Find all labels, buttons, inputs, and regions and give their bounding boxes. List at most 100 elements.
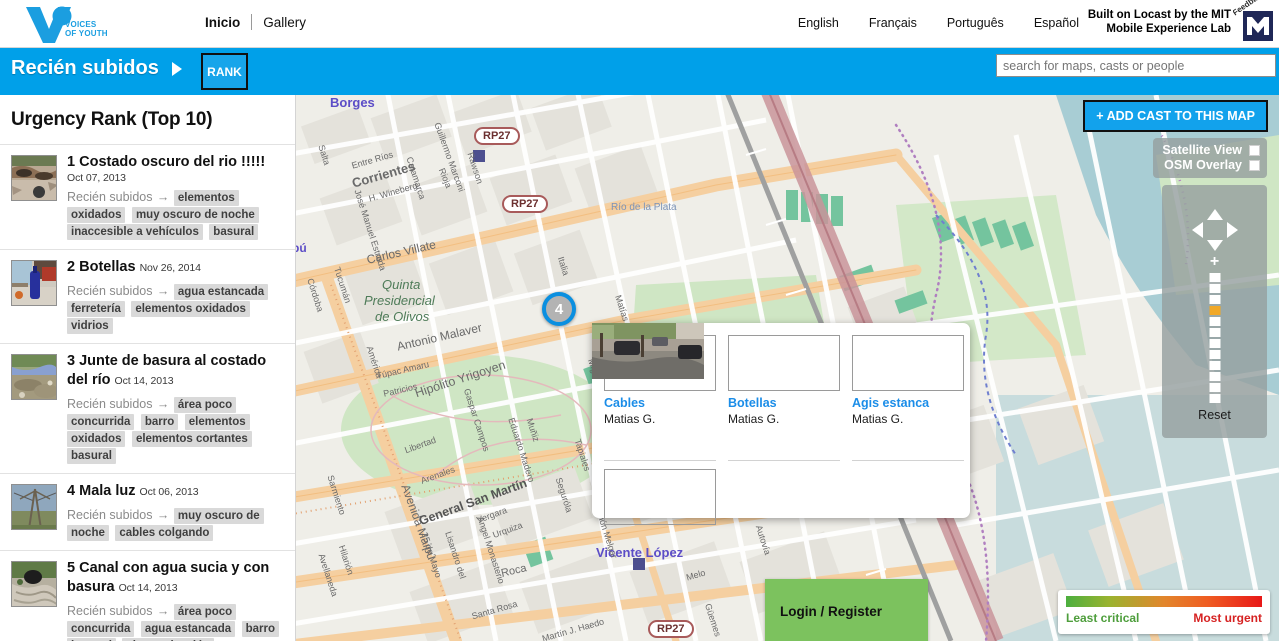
pan-right-icon[interactable] [1226, 222, 1238, 238]
map-canvas[interactable]: Borges pú Vicente López Quinta Presidenc… [296, 95, 1279, 641]
tag-chip[interactable]: elementos cortantes [131, 431, 252, 447]
cast-card[interactable]: Botellas Matias G. [592, 323, 840, 461]
tag-chip[interactable]: vidrios [67, 318, 113, 334]
tag-chip[interactable]: agua estancada [140, 621, 236, 637]
rank-list-item[interactable]: 5 Canal con agua sucia y con basura Oct … [0, 550, 295, 641]
rank-item-source: Recién subidos [67, 397, 153, 411]
zoom-step[interactable] [1209, 339, 1220, 348]
arrow-icon: → [156, 508, 170, 522]
lang-espanol[interactable]: Español [1034, 16, 1079, 30]
tag-chip[interactable]: agua estancada [173, 284, 269, 300]
pan-up-icon[interactable] [1206, 209, 1223, 220]
zoom-in-icon[interactable]: + [1210, 254, 1219, 270]
lang-english[interactable]: English [798, 16, 839, 30]
zoom-step[interactable] [1209, 372, 1220, 381]
lang-francais[interactable]: Français [869, 16, 917, 30]
rank-item-heading: 3 Junte de basura al costado del río Oct… [67, 352, 287, 391]
cast-divider [728, 460, 840, 461]
tag-chip[interactable]: muy oscuro de noche [131, 207, 259, 223]
zoom-step[interactable] [1209, 273, 1220, 282]
rank-item-thumbnail[interactable] [11, 155, 57, 201]
osm-overlay-checkbox[interactable] [1249, 159, 1260, 171]
rank-tab-button[interactable]: RANK [201, 53, 248, 90]
zoom-step[interactable] [1209, 295, 1220, 304]
cast-thumbnail[interactable] [592, 323, 840, 391]
pan-down-icon[interactable] [1206, 240, 1223, 251]
zoom-slider[interactable] [1209, 273, 1220, 405]
mit-logo-icon [1243, 11, 1273, 41]
cast-divider [604, 460, 716, 461]
main-navigation: Inicio Gallery [205, 14, 306, 30]
rank-item-title: Costado oscuro del rio !!!!! [79, 154, 266, 170]
rank-item-source: Recién subidos [67, 190, 153, 204]
rank-list-item[interactable]: 4 Mala luz Oct 06, 2013 Recién subidos →… [0, 473, 295, 550]
rank-item-source: Recién subidos [67, 508, 153, 522]
rank-item-thumbnail[interactable] [11, 260, 57, 306]
cast-popup-row-2 [592, 323, 970, 525]
tag-chip[interactable]: basural [209, 224, 259, 240]
rank-item-source: Recién subidos [67, 284, 153, 298]
logo-text-line2: OF YOUTH [65, 29, 108, 38]
lang-portugues[interactable]: Português [947, 16, 1004, 30]
legend-least-critical-label: Least critical [1066, 611, 1140, 625]
reset-map-button[interactable]: Reset [1162, 408, 1267, 422]
pan-left-icon[interactable] [1191, 222, 1203, 238]
pan-control [1191, 209, 1238, 251]
rank-list-item[interactable]: 2 Botellas Nov 26, 2014 Recién subidos →… [0, 249, 295, 343]
satellite-view-row[interactable]: Satellite View [1162, 143, 1260, 157]
zoom-step[interactable] [1209, 383, 1220, 392]
osm-overlay-row[interactable]: OSM Overlay [1162, 158, 1260, 172]
zoom-step[interactable] [1209, 350, 1220, 359]
cast-title[interactable]: Botellas [728, 396, 840, 410]
zoom-step[interactable] [1209, 317, 1220, 326]
rank-item-tags: Recién subidos → agua estancada ferreter… [67, 283, 287, 334]
tag-chip[interactable]: inaccesible a vehículos [67, 224, 203, 240]
rank-list-item[interactable]: 1 Costado oscuro del rio !!!!! Oct 07, 2… [0, 144, 295, 249]
nav-link-inicio[interactable]: Inicio [205, 15, 240, 30]
zoom-step-active[interactable] [1209, 306, 1220, 315]
satellite-view-label: Satellite View [1162, 143, 1242, 157]
cast-card[interactable]: Agis estanca Matias G. [592, 323, 964, 461]
urgency-rank-sidebar: Urgency Rank (Top 10) 1 Costado oscuro d… [0, 95, 296, 641]
highway-shield-rp27: RP27 [502, 195, 548, 213]
built-line-2: Mobile Experience Lab [1106, 23, 1231, 35]
rank-item-number: 1 [67, 154, 76, 170]
add-cast-to-map-button[interactable]: + ADD CAST TO THIS MAP [1083, 100, 1268, 132]
sidebar-title: Urgency Rank (Top 10) [11, 109, 213, 130]
map-cluster-marker[interactable]: 4 [542, 292, 576, 326]
cast-title[interactable]: Cables [604, 396, 716, 410]
zoom-step[interactable] [1209, 361, 1220, 370]
play-arrow-icon[interactable] [172, 62, 182, 76]
rank-item-number: 4 [67, 483, 76, 499]
cast-author: Matias G. [604, 412, 656, 426]
cast-card[interactable] [592, 323, 716, 525]
zoom-step[interactable] [1209, 284, 1220, 293]
rank-item-date: Oct 14, 2013 [118, 582, 178, 594]
rank-item-thumbnail[interactable] [11, 561, 57, 607]
nav-divider [251, 14, 253, 30]
arrow-icon: → [156, 190, 170, 204]
rank-item-thumbnail[interactable] [11, 484, 57, 530]
tag-chip[interactable]: cables colgando [115, 525, 214, 541]
zoom-out-icon[interactable] [1209, 394, 1220, 397]
tag-chip[interactable]: ferretería [67, 301, 125, 317]
satellite-view-checkbox[interactable] [1249, 144, 1260, 156]
tag-chip[interactable]: elementos oxidados [131, 301, 250, 317]
rank-list-item[interactable]: 3 Junte de basura al costado del río Oct… [0, 343, 295, 473]
login-register-button[interactable]: Login / Register [765, 579, 928, 641]
cast-title[interactable]: Agis estanca [852, 396, 964, 410]
voices-of-youth-logo[interactable]: VOICES OF YOUTH [18, 3, 118, 45]
tag-chip[interactable]: basural [67, 448, 116, 464]
nav-link-gallery[interactable]: Gallery [263, 15, 306, 30]
map-title: Recién subidos [11, 57, 159, 79]
search-input[interactable] [996, 54, 1276, 77]
rank-item-tags: Recién subidos → área poco concurrida ba… [67, 396, 287, 464]
tag-chip[interactable]: barro [241, 621, 280, 637]
cast-thumbnail[interactable] [592, 323, 964, 391]
cast-thumbnail[interactable] [592, 323, 716, 525]
rank-item-thumbnail[interactable] [11, 354, 57, 400]
tag-chip[interactable]: barro [140, 414, 179, 430]
map-layer-controls: Satellite View OSM Overlay [1153, 138, 1267, 178]
mit-mobile-experience-lab-logo[interactable] [1243, 11, 1273, 41]
zoom-step[interactable] [1209, 328, 1220, 337]
